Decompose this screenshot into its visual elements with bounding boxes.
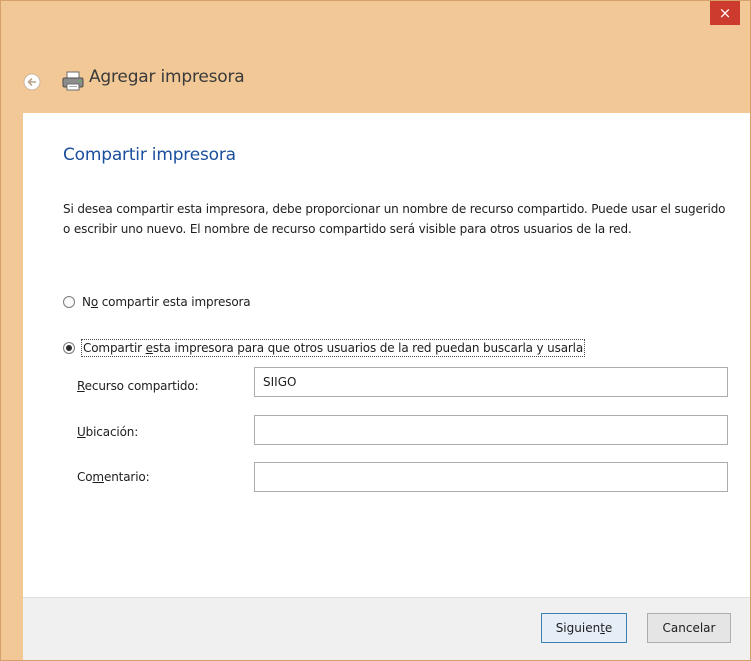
next-button[interactable]: Siguiente	[541, 613, 627, 643]
share-name-input[interactable]	[254, 367, 728, 397]
window-title: Agregar impresora	[89, 67, 245, 87]
comment-input[interactable]	[254, 462, 728, 492]
close-button[interactable]: ×	[710, 1, 740, 25]
back-arrow-icon[interactable]	[23, 73, 41, 91]
add-printer-window: × Agregar impresora Compartir impresora …	[0, 0, 751, 661]
no-share-radio[interactable]	[63, 296, 75, 308]
share-radio[interactable]	[63, 342, 75, 354]
button-bar: Siguiente Cancelar	[23, 597, 750, 660]
page-description: Si desea compartir esta impresora, debe …	[63, 202, 726, 236]
wizard-content: Compartir impresora Si desea compartir e…	[23, 113, 750, 597]
close-icon: ×	[718, 4, 732, 22]
share-name-label: Recurso compartido:	[77, 379, 199, 393]
share-label[interactable]: Compartir esta impresora para que otros …	[81, 339, 586, 357]
no-share-label[interactable]: No compartir esta impresora	[81, 294, 252, 310]
location-input[interactable]	[254, 415, 728, 445]
location-label: Ubicación:	[77, 425, 139, 439]
no-share-option[interactable]: No compartir esta impresora	[63, 294, 252, 310]
share-option[interactable]: Compartir esta impresora para que otros …	[63, 339, 586, 357]
cancel-button[interactable]: Cancelar	[647, 613, 731, 643]
printer-icon	[62, 71, 84, 91]
page-heading: Compartir impresora	[63, 145, 236, 165]
title-bar: × Agregar impresora	[1, 1, 750, 113]
comment-label: Comentario:	[77, 470, 150, 484]
